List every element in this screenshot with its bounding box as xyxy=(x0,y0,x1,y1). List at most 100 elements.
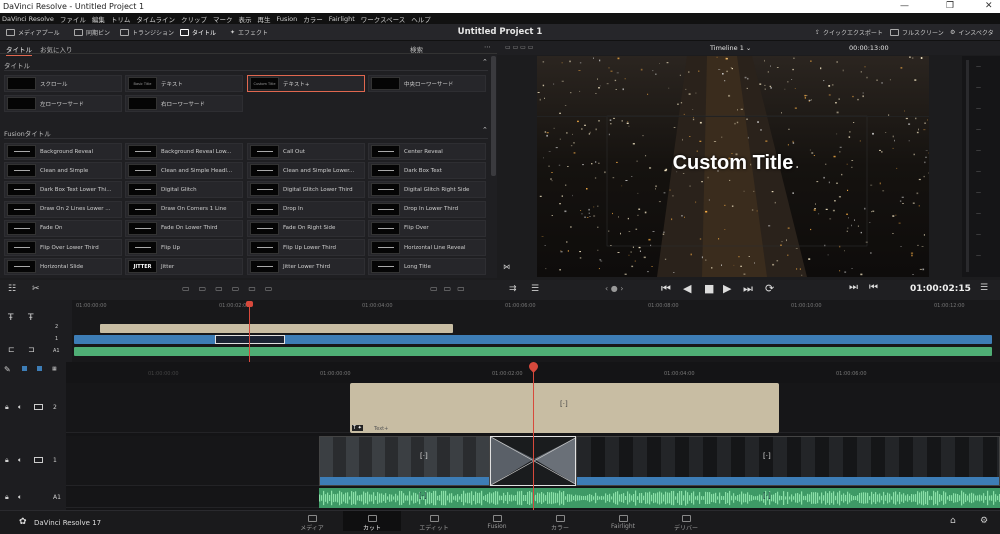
fusion-title-tile[interactable]: Draw On 2 Lines Lower ... xyxy=(4,200,122,218)
sync-bin-button[interactable]: 同期ビン xyxy=(74,28,110,37)
upper-audio-track-bar[interactable] xyxy=(74,347,992,356)
fusion-title-tile[interactable]: JITTER Jitter xyxy=(125,258,243,276)
fusion-title-tile[interactable]: Digital Glitch Right Side xyxy=(368,181,486,199)
menu-item-5[interactable]: クリップ xyxy=(181,14,207,24)
menu-item-9[interactable]: Fusion xyxy=(276,15,297,23)
menu-item-4[interactable]: タイムライン xyxy=(136,14,175,24)
viewer-edge-icon[interactable]: ⋈ xyxy=(503,263,510,271)
jog-control[interactable]: ‹ ● › xyxy=(605,284,623,293)
razor-icon[interactable]: ✂ xyxy=(32,284,40,294)
fusion-title-tile[interactable]: Drop In Lower Third xyxy=(368,200,486,218)
upper-title-clip[interactable] xyxy=(100,324,453,333)
text-plus-clip[interactable]: [·] T ✦ Text+ xyxy=(350,383,779,433)
audio-tools-icons[interactable]: ▭▭▭ xyxy=(430,284,471,293)
clip-icon[interactable]: ⇉ xyxy=(509,284,517,294)
page-tab-6[interactable]: デリバー xyxy=(657,515,715,532)
loop-icon[interactable]: ⟳ xyxy=(765,282,774,295)
video-clip-1[interactable]: [·] xyxy=(319,436,490,486)
auto-select-icon[interactable]: ▦ xyxy=(52,366,57,372)
fusion-title-tile[interactable]: Fade On Right Side xyxy=(247,219,365,237)
stop-icon[interactable]: ■ xyxy=(704,282,714,295)
upper-video-track-bar[interactable] xyxy=(74,335,992,344)
lock-icon[interactable]: 🔒︎ xyxy=(5,493,9,502)
audio-clip[interactable]: [·] [·] xyxy=(319,488,1000,508)
fusion-title-tile[interactable]: Call Out xyxy=(247,143,365,160)
fusion-title-tile[interactable]: Dark Box Text Lower Thi... xyxy=(4,181,122,199)
tab-favorites[interactable]: お気に入り xyxy=(40,44,73,54)
minimize-icon[interactable]: — xyxy=(900,1,909,11)
video-clip-2[interactable]: [·] xyxy=(576,436,1000,486)
fusion-title-tile[interactable]: Draw On Corners 1 Line xyxy=(125,200,243,218)
settings-gear-icon[interactable]: ⚙ xyxy=(980,516,988,526)
track-options-icon[interactable]: ✎ xyxy=(4,365,11,374)
page-tab-2[interactable]: エディット xyxy=(405,515,463,532)
more-options-icon[interactable]: ⋯ xyxy=(484,43,491,51)
menu-item-12[interactable]: ワークスペース xyxy=(361,14,406,24)
fusion-title-tile[interactable]: Clean and Simple Lower... xyxy=(247,162,365,180)
transitions-button[interactable]: トランジション xyxy=(120,28,174,37)
track-color-icon-2[interactable] xyxy=(37,366,42,371)
media-pool-button[interactable]: メディアプール xyxy=(6,28,60,37)
upper-playhead-line[interactable] xyxy=(249,302,250,362)
viewer-canvas[interactable]: Custom Title xyxy=(537,56,929,277)
play-reverse-icon[interactable]: ◀ xyxy=(683,282,691,295)
menu-item-1[interactable]: ファイル xyxy=(60,14,86,24)
fusion-title-tile[interactable]: Horizontal Line Reveal xyxy=(368,239,486,256)
fusion-title-tile[interactable]: Flip Up Lower Third xyxy=(247,239,365,256)
page-tab-5[interactable]: Fairlight xyxy=(594,515,652,530)
menu-item-11[interactable]: Fairlight xyxy=(329,15,355,23)
browser-scrollbar[interactable] xyxy=(491,56,496,176)
fusion-title-tile[interactable]: Flip Over xyxy=(368,219,486,237)
timeline-options-icon[interactable]: ☷ xyxy=(8,284,16,294)
menu-item-2[interactable]: 編集 xyxy=(92,14,105,24)
fusion-title-tile[interactable]: Dark Box Text xyxy=(368,162,486,180)
menu-item-6[interactable]: マーク xyxy=(213,14,233,24)
page-tab-4[interactable]: カラー xyxy=(531,515,589,532)
close-icon[interactable]: ✕ xyxy=(985,1,993,11)
fusion-title-tile[interactable]: Flip Over Lower Third xyxy=(4,239,122,256)
tab-titles[interactable]: タイトル xyxy=(6,44,32,56)
fusion-title-tile[interactable]: Background Reveal Low... xyxy=(125,143,243,160)
effects-button[interactable]: ✦ エフェクト xyxy=(230,28,268,37)
home-icon[interactable]: ⌂ xyxy=(950,516,956,526)
text-tool-icon[interactable]: Ŧ xyxy=(8,313,14,323)
next-edit-icon[interactable]: ⏭ xyxy=(849,282,858,293)
viewer-menu-icon[interactable]: ☰ xyxy=(980,283,988,293)
page-tab-1[interactable]: カット xyxy=(343,511,401,532)
fusion-title-tile[interactable]: Drop In xyxy=(247,200,365,218)
fusion-title-tile[interactable]: Fade On xyxy=(4,219,122,237)
menu-item-0[interactable]: DaVinci Resolve xyxy=(2,15,54,23)
lock-icon[interactable]: 🔒︎ xyxy=(5,456,9,465)
go-to-end-icon[interactable]: ⏭ xyxy=(743,282,753,296)
fusion-title-tile[interactable]: Background Reveal xyxy=(4,143,122,160)
title-tile[interactable]: 中央ローワーサード xyxy=(368,75,486,92)
title-tile[interactable]: 左ローワーサード xyxy=(4,95,122,112)
page-tab-0[interactable]: メディア xyxy=(283,515,341,532)
maximize-icon[interactable]: ❐ xyxy=(946,1,954,11)
text-tool-alt-icon[interactable]: Ŧ xyxy=(28,313,34,323)
inspector-button[interactable]: ⚙ インスペクタ xyxy=(950,28,994,37)
speaker-icon[interactable]: 🔈︎ xyxy=(18,493,22,502)
timeline-name-dropdown[interactable]: Timeline 1 ⌄ xyxy=(710,44,751,52)
page-tab-3[interactable]: Fusion xyxy=(468,515,526,530)
lower-playhead-line[interactable] xyxy=(533,368,534,510)
menu-item-7[interactable]: 表示 xyxy=(238,14,251,24)
collapse-fusion-icon[interactable]: ⌃ xyxy=(482,126,488,134)
menu-item-3[interactable]: トリム xyxy=(111,14,131,24)
titles-button[interactable]: タイトル xyxy=(180,28,216,37)
quick-export-button[interactable]: ⇪ クイックエクスポート xyxy=(815,28,883,37)
menu-item-8[interactable]: 再生 xyxy=(257,14,270,24)
fusion-title-tile[interactable]: Jitter Lower Third xyxy=(247,258,365,276)
monitor-icon[interactable] xyxy=(34,404,43,410)
snap-icon[interactable]: ⊏ xyxy=(8,345,15,354)
upper-ruler[interactable]: 01:00:00:00 01:00:02:00 01:00:04:00 01:00:0… xyxy=(72,302,1000,312)
fusion-title-tile[interactable]: Digital Glitch xyxy=(125,181,243,199)
viewer-mode-icons[interactable]: ▭ ▭ ▭ ▭ xyxy=(505,44,533,51)
menu-item-13[interactable]: ヘルプ xyxy=(411,14,431,24)
upper-view-window[interactable] xyxy=(215,335,285,344)
settings-list-icon[interactable]: ☰ xyxy=(531,284,539,294)
lock-icon[interactable]: 🔒︎ xyxy=(5,403,9,412)
collapse-titles-icon[interactable]: ⌃ xyxy=(482,58,488,66)
monitor-icon[interactable] xyxy=(34,457,43,463)
prev-edit-icon[interactable]: ⏮ xyxy=(869,282,878,293)
